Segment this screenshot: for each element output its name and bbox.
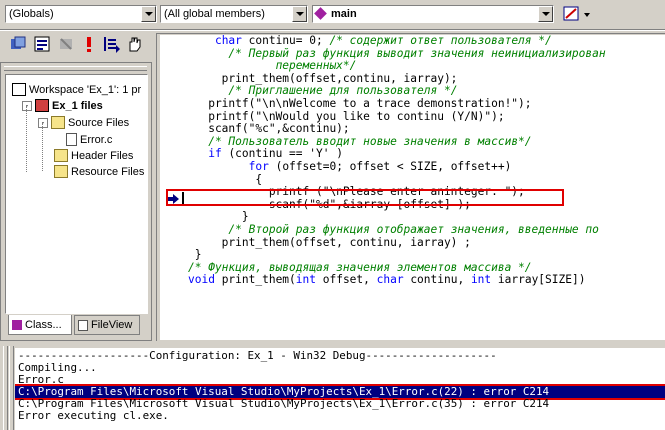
code-token: } [188,248,202,262]
execute-button[interactable] [79,34,99,54]
panel-grip[interactable] [4,66,147,71]
function-icon [314,7,327,20]
code-token: printf("\n\nWelcome to a trace demonstra… [188,97,532,110]
code-keyword: int [295,273,316,287]
output-grip[interactable] [3,346,8,430]
build-button[interactable] [32,34,52,54]
code-token: } [188,210,249,224]
build-output[interactable]: --------------------Configuration: Ex_1 … [15,348,665,430]
tree-item-resource-files[interactable]: Resource Files [54,164,144,179]
class-icon [12,319,22,330]
code-editor[interactable]: char continu= 0; /* содержит ответ польз… [160,35,665,340]
tree-item-project[interactable]: - Ex_1 files [22,98,103,113]
compile-button[interactable] [8,34,28,54]
tree-item-label: Header Files [71,149,134,162]
code-comment: /* Функция, выводящая значения элементов… [188,260,532,274]
code-comment: /* Приглашение для пользователя */ [228,84,458,98]
text-cursor [182,192,184,204]
code-token: continu= 0; [241,35,330,47]
members-combo-value: (All global members) [164,8,265,20]
compile-icon [11,36,26,49]
code-token: scanf("%c",&continu); [188,122,350,136]
tree-item-label: Error.c [80,133,113,146]
stop-build-button[interactable] [56,34,76,54]
stop-build-icon [60,38,72,50]
code-line[interactable]: print_them(offset, continu, iarray) ; [188,235,471,250]
code-token: continu, [403,273,471,287]
tab-label: FileView [91,319,133,331]
scope-combo-value: (Globals) [9,8,54,20]
code-keyword: char [376,273,404,287]
code-token: offset, [316,273,377,287]
workspace-icon [12,83,26,96]
code-token: (offset=0; offset < SIZE, offset++) [268,160,512,173]
code-token: (continu == 'Y' ) [221,147,343,161]
code-token: printf("\nWould you like to continu (Y/N… [188,109,505,123]
tab-label: Class... [25,318,62,331]
go-button[interactable] [101,34,121,54]
tree-item-label: Source Files [68,116,130,129]
go-icon [104,37,120,53]
function-combo[interactable]: main [312,5,554,23]
tree-item-workspace[interactable]: Workspace 'Ex_1': 1 pr [12,82,141,97]
project-icon [35,99,49,112]
code-comment: /* Первый раз функция выводит значения н… [228,46,606,60]
code-comment: /* Второй раз функция отображает значени… [228,223,599,236]
exclamation-icon [87,37,91,52]
wizard-icon [563,6,590,21]
wizard-bar-button[interactable] [562,5,592,23]
function-combo-value: main [331,8,357,20]
file-icon [66,133,77,146]
tree-item-header-files[interactable]: Header Files [54,148,133,163]
code-comment: переменных*/ [275,59,357,73]
fileview-icon [78,319,88,331]
tree-item-label: Ex_1 files [52,99,103,112]
tab-fileview[interactable]: FileView [74,315,140,335]
code-line[interactable]: void print_them(int offset, char continu… [188,274,585,287]
tab-classview[interactable]: Class... [8,315,72,335]
code-keyword: char [214,35,242,47]
folder-open-icon [51,116,65,129]
breakpoint-button[interactable] [124,34,144,54]
folder-icon [54,149,68,162]
build-icon [34,36,50,52]
chevron-down-icon[interactable] [538,6,553,22]
chevron-down-icon[interactable] [292,6,307,22]
editor-gutter[interactable] [160,35,180,340]
error-highlight-box [166,189,564,206]
code-token: print_them( [214,273,296,287]
code-keyword: if [208,147,222,161]
hand-icon [129,37,141,52]
code-token: print_them(offset,continu, iarray); [188,71,458,85]
code-comment: /* содержит ответ пользователя */ [329,35,552,47]
tree-item-label: Workspace 'Ex_1': 1 pr [29,83,142,96]
output-line[interactable]: Error executing cl.exe. [18,410,169,422]
scope-combo[interactable]: (Globals) [5,5,157,23]
code-comment: /* Пользователь вводит новые значения в … [208,134,532,148]
chevron-down-icon[interactable] [141,6,156,22]
code-token: { [188,172,263,186]
code-token: print_them(offset, continu, iarray) ; [188,235,471,249]
tree-item-error-c[interactable]: Error.c [66,132,112,147]
folder-icon [54,165,68,178]
members-combo[interactable]: (All global members) [160,5,308,23]
code-keyword: for [248,160,269,173]
tree-item-source-files[interactable]: - Source Files [38,115,129,130]
code-keyword: int [470,273,492,287]
code-keyword: void [188,273,215,287]
code-token: iarray[SIZE]) [491,273,586,287]
tree-item-label: Resource Files [71,165,145,178]
